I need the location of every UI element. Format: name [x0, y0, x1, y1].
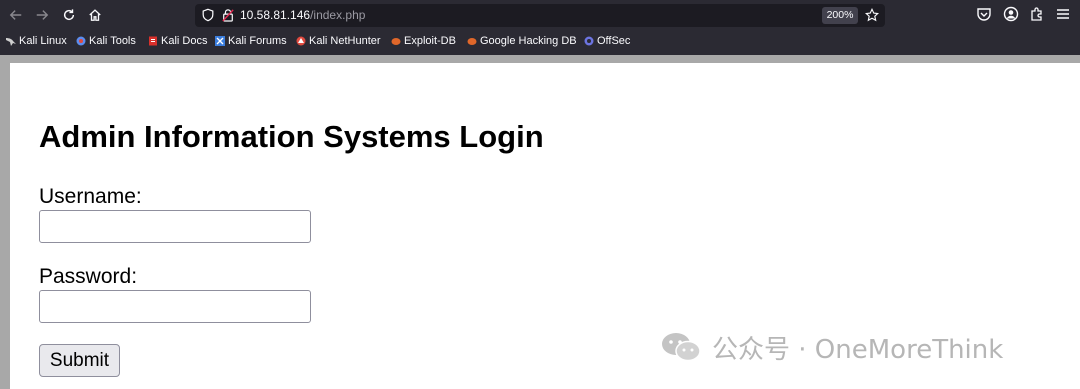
forward-button[interactable]	[31, 4, 53, 26]
url-path: /index.php	[310, 8, 366, 22]
bookmark-label: OffSec	[597, 35, 631, 47]
bookmark-kali-docs[interactable]: Kali Docs	[148, 34, 207, 48]
browser-toolbar: 10.58.81.146/index.php 200%	[0, 0, 1080, 30]
bookmark-label: Kali Docs	[161, 35, 208, 47]
nethunter-icon	[296, 36, 306, 46]
bookmark-label: Kali Tools	[89, 35, 136, 47]
password-input[interactable]	[39, 290, 311, 323]
bookmark-label: Kali Linux	[19, 35, 67, 47]
kali-docs-icon	[148, 36, 158, 46]
bookmark-label: Google Hacking DB	[480, 35, 577, 47]
url-text[interactable]: 10.58.81.146/index.php	[240, 7, 365, 24]
url-host: 10.58.81.146	[240, 8, 311, 22]
bookmark-kali-linux[interactable]: Kali Linux	[6, 34, 67, 48]
home-button[interactable]	[84, 4, 106, 26]
page-title: Admin Information Systems Login	[39, 119, 544, 154]
kali-tools-icon	[76, 36, 86, 46]
extensions-icon[interactable]	[1029, 6, 1045, 22]
password-label: Password:	[39, 265, 138, 288]
wechat-icon	[662, 333, 701, 362]
bookmark-kali-nethunter[interactable]: Kali NetHunter	[296, 34, 381, 48]
watermark: 公众号 · OneMoreThink	[660, 330, 1004, 365]
address-bar[interactable]: 10.58.81.146/index.php 200%	[195, 4, 885, 27]
home-icon	[89, 9, 101, 21]
insecure-lock-icon[interactable]	[222, 8, 234, 22]
shield-icon[interactable]	[201, 8, 215, 22]
kali-dragon-icon	[6, 36, 16, 46]
kali-forums-icon	[215, 36, 225, 46]
menu-icon[interactable]	[1055, 6, 1071, 22]
bookmark-kali-tools[interactable]: Kali Tools	[76, 34, 136, 48]
exploit-db-icon	[391, 36, 401, 46]
back-button[interactable]	[5, 4, 27, 26]
watermark-text: 公众号 · OneMoreThink	[712, 334, 1004, 365]
offsec-icon	[584, 36, 594, 46]
account-icon[interactable]	[1003, 6, 1019, 22]
browser-chrome: 10.58.81.146/index.php 200% Kali Linux K…	[0, 0, 1080, 63]
reload-icon	[63, 9, 75, 21]
username-input[interactable]	[39, 210, 311, 243]
bookmark-google-hacking-db[interactable]: Google Hacking DB	[467, 34, 577, 48]
submit-button[interactable]: Submit	[39, 344, 120, 377]
username-label: Username:	[39, 185, 142, 208]
ghdb-icon	[467, 36, 477, 46]
reload-button[interactable]	[58, 4, 80, 26]
bookmark-exploit-db[interactable]: Exploit-DB	[391, 34, 456, 48]
bookmark-label: Exploit-DB	[404, 35, 456, 47]
bookmark-offsec[interactable]: OffSec	[584, 34, 630, 48]
bookmark-label: Kali Forums	[228, 35, 287, 47]
bookmarks-toolbar: Kali Linux Kali Tools Kali Docs Kali For…	[0, 30, 1080, 52]
arrow-left-icon	[9, 10, 22, 20]
pocket-icon[interactable]	[976, 6, 992, 22]
bookmark-star-icon[interactable]	[865, 8, 879, 22]
bookmark-label: Kali NetHunter	[309, 35, 381, 47]
chrome-separator	[0, 55, 1080, 63]
bookmark-kali-forums[interactable]: Kali Forums	[215, 34, 287, 48]
zoom-level-button[interactable]: 200%	[822, 7, 858, 24]
arrow-right-icon	[36, 10, 49, 20]
